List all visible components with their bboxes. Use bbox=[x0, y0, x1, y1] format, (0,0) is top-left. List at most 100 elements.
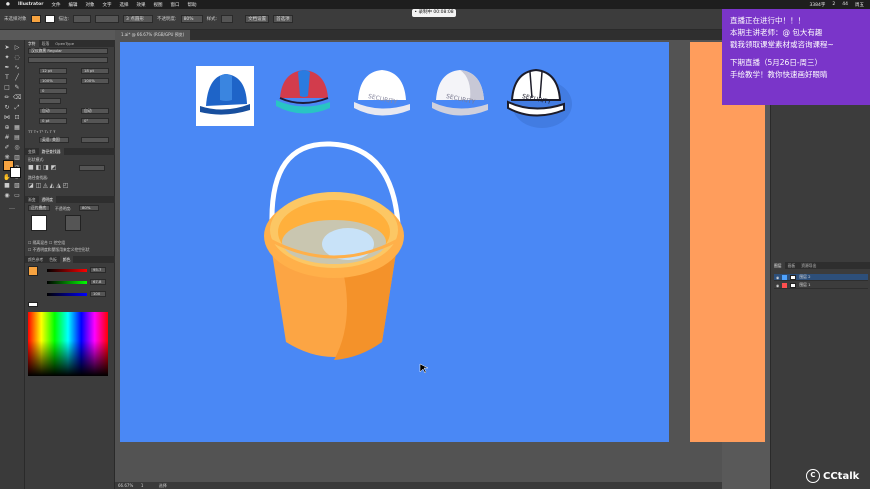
stroke-swatch[interactable] bbox=[44, 15, 55, 23]
helmet-white-shaded[interactable]: SECURITY bbox=[432, 70, 488, 116]
char-rotation-field[interactable]: 0° bbox=[81, 118, 109, 124]
red-value-field[interactable]: 95.7 bbox=[90, 267, 106, 273]
curvature-tool-icon[interactable]: ∿ bbox=[13, 64, 21, 72]
auto-field-2[interactable]: 自动 bbox=[81, 108, 109, 114]
zoom-level[interactable]: 66.67% bbox=[118, 483, 133, 488]
bucket-illustration[interactable] bbox=[264, 141, 404, 360]
layer-row-2[interactable]: ◉ 图层 2 bbox=[774, 274, 868, 281]
magic-wand-tool-icon[interactable]: ✦ bbox=[3, 54, 11, 62]
green-value-field[interactable]: 67.8 bbox=[90, 279, 106, 285]
rotate-tool-icon[interactable]: ↻ bbox=[3, 104, 11, 112]
blend-mode-field[interactable]: 正片叠底 bbox=[28, 205, 50, 211]
tab-gradient[interactable]: 渐变 bbox=[25, 196, 39, 203]
vertical-scale-field[interactable]: 100% bbox=[81, 78, 109, 84]
color-spectrum[interactable] bbox=[28, 312, 108, 376]
line-tool-icon[interactable]: ╱ bbox=[13, 74, 21, 82]
helmet-colored[interactable] bbox=[276, 70, 330, 114]
paintbrush-tool-icon[interactable]: ✎ bbox=[13, 84, 21, 92]
edit-toolbar-icon[interactable]: … bbox=[8, 204, 16, 212]
rectangle-tool-icon[interactable]: □ bbox=[3, 84, 11, 92]
blue-value-field[interactable]: 100 bbox=[90, 291, 106, 297]
gradient-mode-icon[interactable]: ▧ bbox=[13, 182, 21, 190]
auto-kerning-field[interactable]: 自动 bbox=[39, 108, 67, 114]
pen-tool-icon[interactable]: ✒ bbox=[3, 64, 11, 72]
direct-selection-tool-icon[interactable]: ▷ bbox=[13, 44, 21, 52]
menu-effect[interactable]: 效果 bbox=[136, 2, 145, 8]
tab-swatches[interactable]: 色板 bbox=[46, 256, 60, 263]
tab-character[interactable]: 字符 bbox=[25, 40, 39, 47]
shape-mode-buttons[interactable]: ■ ◧ ◨ ◩ bbox=[28, 164, 56, 171]
horizontal-scale-field[interactable]: 100% bbox=[39, 78, 67, 84]
menu-file[interactable]: 文件 bbox=[51, 2, 60, 8]
artboard-1[interactable]: SECURITY SECURITY SECURITY bbox=[120, 42, 669, 442]
type-tool-icon[interactable]: T bbox=[3, 74, 11, 82]
transparency-opacity-field[interactable]: 80% bbox=[79, 205, 99, 211]
fill-swatch[interactable] bbox=[30, 15, 41, 23]
tab-transform[interactable]: 变换 bbox=[25, 148, 39, 155]
eraser-tool-icon[interactable]: ⌫ bbox=[13, 94, 21, 102]
blend-tool-icon[interactable]: ◎ bbox=[13, 144, 21, 152]
knockout-option[interactable]: ☐ 不透明度和蒙版用来定义挖空形状 bbox=[28, 247, 90, 253]
shape-builder-tool-icon[interactable]: ⊕ bbox=[3, 124, 11, 132]
draw-mode-icon[interactable]: ◉ bbox=[3, 192, 11, 200]
stroke-weight-field[interactable] bbox=[73, 15, 92, 23]
apple-icon[interactable]: ● bbox=[6, 2, 10, 7]
tab-color[interactable]: 颜色 bbox=[59, 256, 74, 263]
gradient-tool-icon[interactable]: ▤ bbox=[13, 134, 21, 142]
brush-field[interactable]: 3 点圆形 bbox=[123, 15, 154, 23]
selection-tool-icon[interactable]: ➤ bbox=[3, 44, 11, 52]
variable-width-field[interactable] bbox=[95, 15, 120, 23]
helmet-photo[interactable] bbox=[196, 66, 254, 126]
menu-object[interactable]: 对象 bbox=[85, 2, 94, 8]
tab-pathfinder[interactable]: 路径查找器 bbox=[38, 148, 64, 155]
preferences-button[interactable]: 首选项 bbox=[273, 15, 293, 23]
visibility-eye-icon[interactable]: ◉ bbox=[776, 275, 779, 280]
menu-select[interactable]: 选择 bbox=[119, 2, 128, 8]
graph-tool-icon[interactable]: ▥ bbox=[13, 154, 21, 162]
menu-edit[interactable]: 编辑 bbox=[68, 2, 77, 8]
tab-color-guide[interactable]: 颜色参考 bbox=[25, 256, 46, 263]
stroke-color-box[interactable] bbox=[10, 167, 21, 178]
leading-field[interactable]: 18 pt bbox=[81, 68, 109, 74]
screen-mode-icon[interactable]: ▭ bbox=[13, 192, 21, 200]
perspective-tool-icon[interactable]: ▦ bbox=[13, 124, 21, 132]
visibility-eye-icon[interactable]: ◉ bbox=[776, 283, 779, 288]
menu-view[interactable]: 视图 bbox=[153, 2, 162, 8]
expand-button[interactable] bbox=[79, 165, 105, 171]
green-slider[interactable] bbox=[47, 281, 87, 284]
font-style-field[interactable] bbox=[28, 57, 108, 63]
antialias-field[interactable] bbox=[81, 137, 109, 143]
red-slider[interactable] bbox=[47, 269, 87, 272]
tab-transparency[interactable]: 透明度 bbox=[38, 196, 56, 203]
isolate-blend-option[interactable]: ☐ 隔离混合 ☐ 挖空组 bbox=[28, 240, 65, 246]
char-style-buttons[interactable]: TT Tт T¹ T₁ T Ŧ bbox=[28, 129, 55, 134]
width-tool-icon[interactable]: ⋈ bbox=[3, 114, 11, 122]
helmet-line-art[interactable]: SECURITY bbox=[507, 68, 572, 128]
pencil-tool-icon[interactable]: ✏ bbox=[3, 94, 11, 102]
lasso-tool-icon[interactable]: ◌ bbox=[13, 54, 21, 62]
baseline-shift-field[interactable]: 0 pt bbox=[39, 118, 67, 124]
color-mode-icon[interactable]: ■ bbox=[3, 182, 11, 190]
page-number[interactable]: 1 bbox=[141, 483, 144, 488]
make-mask-button[interactable] bbox=[65, 215, 81, 231]
font-family-field[interactable]: 汉仪旗黑 Regular bbox=[28, 48, 108, 54]
menu-help[interactable]: 帮助 bbox=[187, 2, 196, 8]
layer-row-1[interactable]: ◉ 图层 1 bbox=[774, 282, 868, 289]
doc-setup-button[interactable]: 文档设置 bbox=[245, 15, 270, 23]
layer-name[interactable]: 图层 1 bbox=[799, 282, 810, 288]
document-tab[interactable]: 1.ai* @ 66.67% (RGB/GPU 预览) bbox=[115, 30, 191, 40]
language-field[interactable]: 英语: 美国 bbox=[39, 137, 69, 143]
free-transform-tool-icon[interactable]: ⊡ bbox=[13, 114, 21, 122]
tab-asset-export[interactable]: 资源导出 bbox=[798, 262, 819, 269]
tab-artboards[interactable]: 画板 bbox=[785, 262, 799, 269]
tab-paragraph[interactable]: 段落 bbox=[39, 40, 53, 47]
tab-layers[interactable]: 图层 bbox=[771, 262, 785, 269]
blue-slider[interactable] bbox=[47, 293, 87, 296]
eyedropper-tool-icon[interactable]: ✐ bbox=[3, 144, 11, 152]
pathfinder-buttons[interactable]: ◪ ◫ ◬ ◭ ◮ ◰ bbox=[28, 182, 68, 189]
kerning-field[interactable]: 0 bbox=[39, 88, 67, 94]
font-size-field[interactable]: 12 pt bbox=[39, 68, 67, 74]
banner-line-3[interactable]: 戳我领取课堂素材或咨询课程~ bbox=[730, 39, 862, 51]
live-stream-banner[interactable]: 直播正在进行中！！！ 本期主讲老师：@ 包大有趣 戳我领取课堂素材或咨询课程~ … bbox=[722, 9, 870, 105]
menu-type[interactable]: 文字 bbox=[102, 2, 111, 8]
